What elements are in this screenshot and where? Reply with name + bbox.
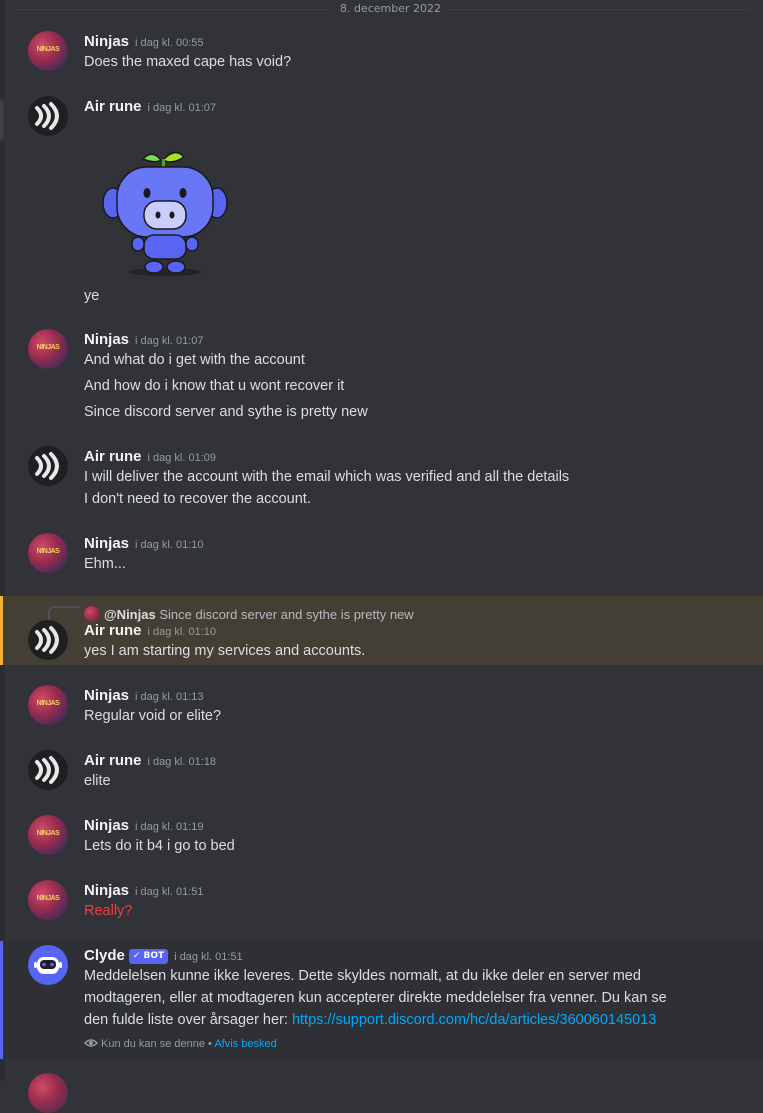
message-text: I will deliver the account with the emai… [84,469,570,485]
clyde-robot-icon [34,957,62,974]
avatar[interactable]: NINJAS [28,880,68,920]
timestamp: i dag kl. 01:09 [147,452,217,464]
avatar[interactable]: NINJAS [28,329,68,369]
message-text-with-link: den fulde liste over årsager her: https:… [84,1012,657,1028]
message-text: I don't need to recover the account. [84,491,311,507]
left-scroll-strip [0,0,5,1081]
date-divider-label: 8. december 2022 [331,2,451,16]
avatar[interactable] [28,620,68,660]
message-text: Meddelelsen kunne ikke leveres. Dette sk… [84,968,641,984]
avatar[interactable] [28,446,68,486]
author-name[interactable]: Ninjas [84,535,129,552]
avatar[interactable]: NINJAS [28,533,68,573]
bot-badge: ✓ BOT [128,949,169,964]
author-name[interactable]: Ninjas [84,882,129,899]
author-name[interactable]: Air rune [84,622,142,639]
avatar[interactable]: NINJAS [28,815,68,855]
timestamp: i dag kl. 01:07 [135,335,204,347]
support-link[interactable]: https://support.discord.com/hc/da/articl… [292,1012,656,1028]
message-text: modtageren, eller at modtageren kun acce… [84,990,667,1006]
avatar[interactable]: NINJAS [28,31,68,71]
author-name[interactable]: Clyde [84,947,125,964]
author-name[interactable]: Ninjas [84,33,129,50]
dismiss-message-link[interactable]: Afvis besked [214,1038,276,1050]
air-rune-icon [35,626,59,654]
air-rune-icon [35,756,59,784]
timestamp: i dag kl. 01:18 [147,756,217,768]
message-text: And what do i get with the account [84,352,305,368]
timestamp: i dag kl. 01:07 [147,102,217,114]
message-text: Ehm... [84,556,126,572]
timestamp: i dag kl. 01:10 [135,539,204,551]
reply-spine [48,606,80,620]
timestamp: i dag kl. 01:13 [135,691,204,703]
message-text: Lets do it b4 i go to bed [84,838,235,854]
author-name[interactable]: Ninjas [84,331,129,348]
timestamp: i dag kl. 01:51 [174,951,243,963]
avatar[interactable] [28,96,68,136]
message-text: ye [84,288,100,304]
eye-icon [84,1039,98,1047]
timestamp: i dag kl. 01:51 [135,886,204,898]
ephemeral-notice: Kun du kan se denne • Afvis besked [84,1038,277,1050]
author-name[interactable]: Air rune [84,448,142,465]
failed-message-text: Really? [84,903,133,919]
ephemeral-text: Kun du kan se denne • [101,1038,212,1050]
avatar[interactable] [28,945,68,985]
author-name[interactable]: Air rune [84,752,142,769]
avatar[interactable]: NINJAS [28,685,68,725]
message-text: Regular void or elite? [84,708,222,724]
message-text: Does the maxed cape has void? [84,54,292,70]
message-text: yes I am starting my services and accoun… [84,643,366,659]
air-rune-icon [35,102,59,130]
author-name[interactable]: Air rune [84,98,142,115]
timestamp: i dag kl. 01:19 [135,821,204,833]
timestamp: i dag kl. 01:10 [147,626,217,638]
avatar[interactable] [28,750,68,790]
message-text: Since discord server and sythe is pretty… [84,404,368,420]
author-name[interactable]: Ninjas [84,687,129,704]
wumpus-sticker[interactable] [100,145,230,280]
air-rune-icon [35,452,59,480]
author-name[interactable]: Ninjas [84,817,129,834]
message-text: And how do i know that u wont recover it [84,378,345,394]
message-text: elite [84,773,111,789]
avatar[interactable] [28,1073,68,1113]
scrollbar-thumb[interactable] [0,100,4,140]
timestamp: i dag kl. 00:55 [135,37,204,49]
